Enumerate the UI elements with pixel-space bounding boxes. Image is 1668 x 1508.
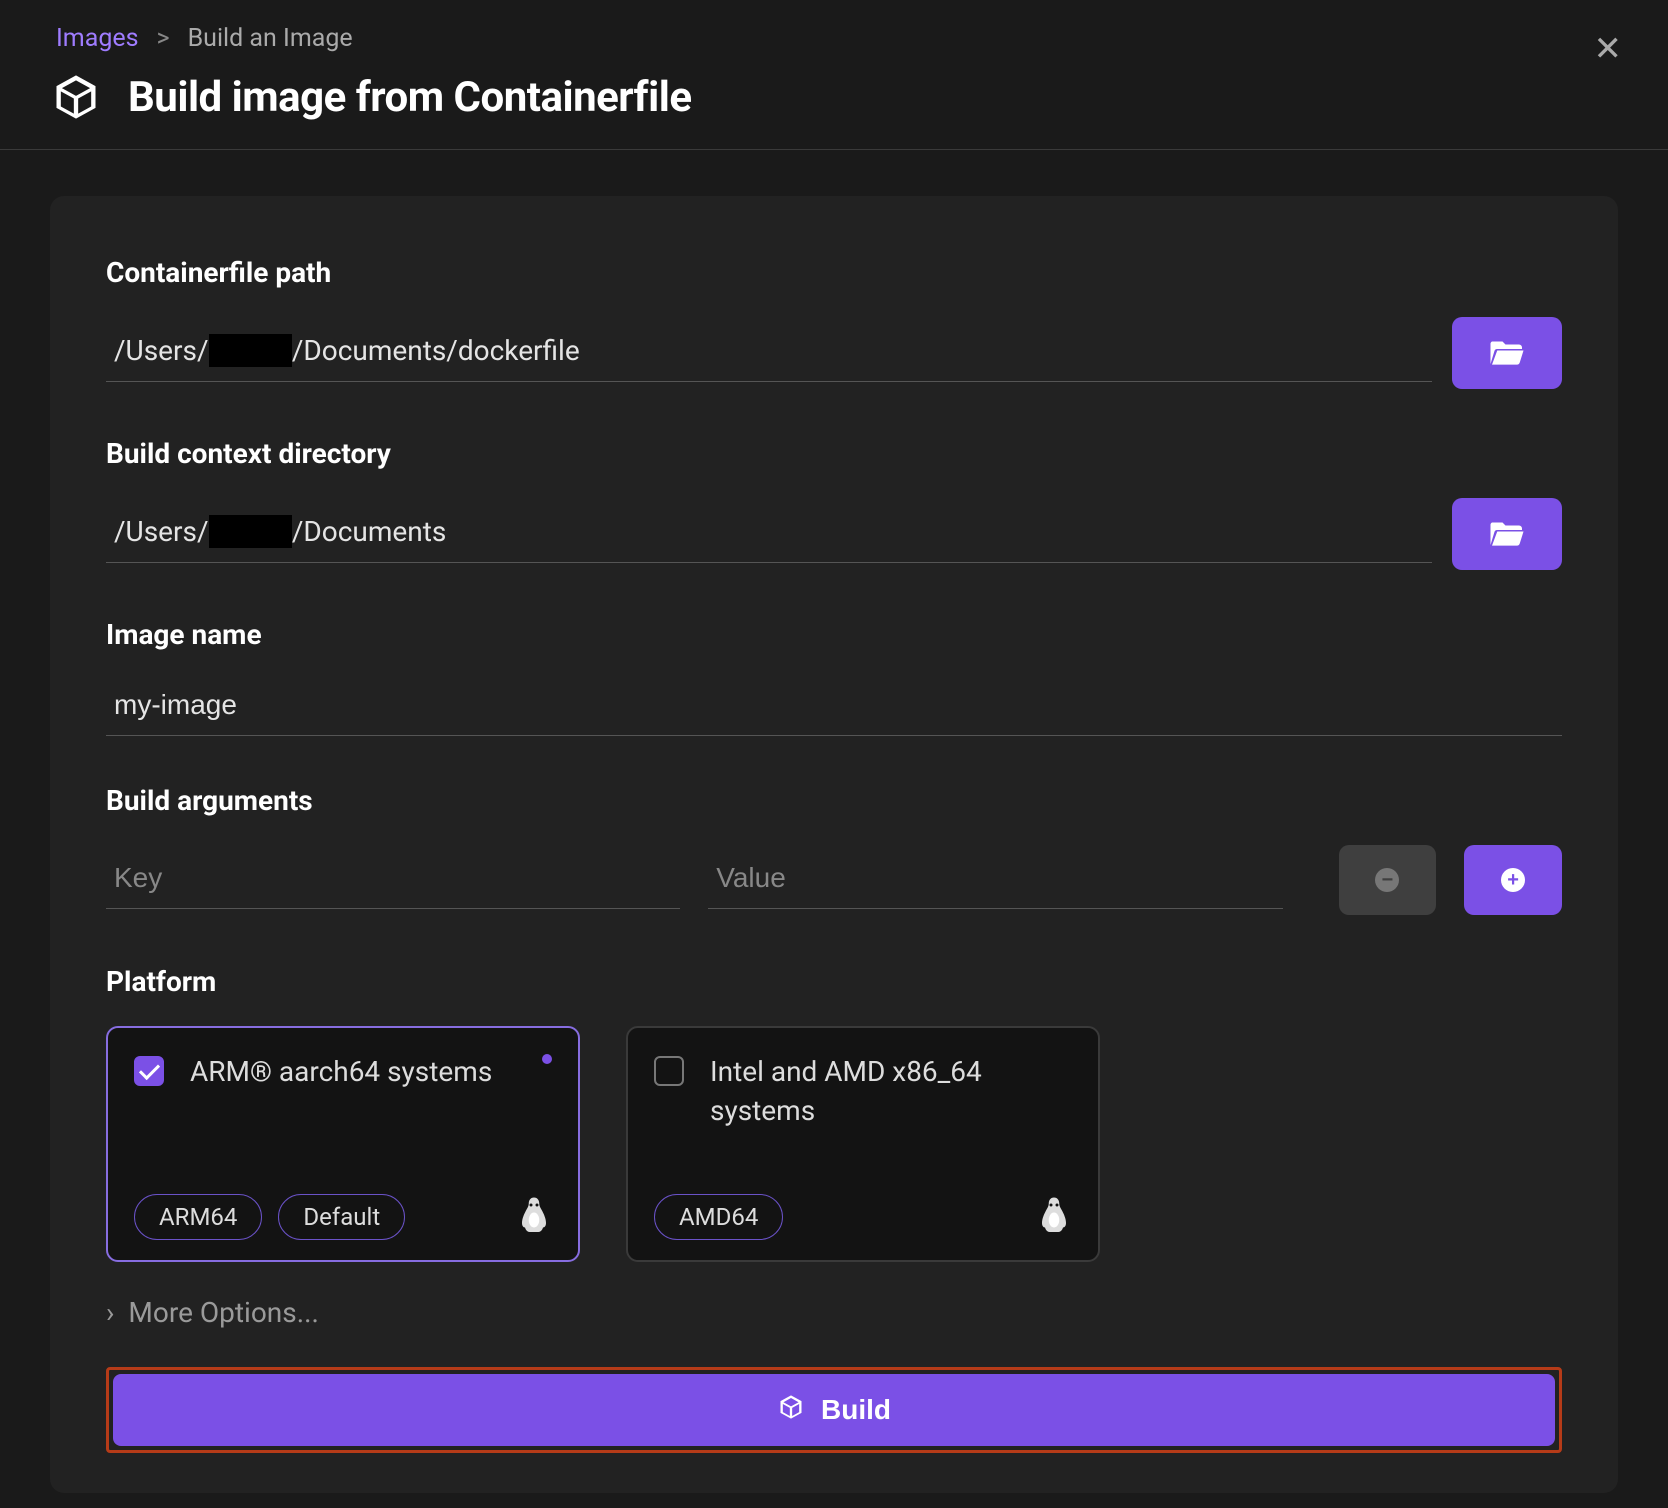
selected-indicator-icon [542,1054,552,1064]
build-arg-value-input[interactable] [708,852,1282,909]
platform-title: Intel and AMD x86_64 systems [710,1052,1072,1130]
cube-icon [50,71,102,123]
breadcrumb-current: Build an Image [188,24,353,53]
page-title: Build image from Containerfile [128,73,692,122]
label-context-directory: Build context directory [106,437,1562,470]
platform-card-amd64[interactable]: Intel and AMD x86_64 systems AMD64 [626,1026,1100,1262]
path-suffix: /Documents/dockerfile [292,334,580,367]
cube-icon [777,1393,805,1428]
build-button[interactable]: Build [113,1374,1555,1446]
minus-icon: − [1375,868,1399,892]
platform-title: ARM® aarch64 systems [190,1052,492,1091]
more-options-label: More Options... [128,1296,318,1329]
add-build-arg-button[interactable]: + [1464,845,1562,915]
build-button-label: Build [821,1394,891,1426]
path-suffix: /Documents [292,515,446,548]
redacted-user: xxxxxx [209,334,292,367]
platform-card-arm64[interactable]: ARM® aarch64 systems ARM64 Default [106,1026,580,1262]
pill-amd64: AMD64 [654,1194,783,1240]
label-build-arguments: Build arguments [106,784,1562,817]
close-icon[interactable]: ✕ [1594,32,1623,66]
redacted-user: xxxxxx [209,515,292,548]
breadcrumb-link-images[interactable]: Images [56,24,139,53]
image-name-input[interactable] [106,679,1562,736]
linux-icon [516,1196,552,1238]
label-image-name: Image name [106,618,1562,651]
browse-containerfile-button[interactable] [1452,317,1562,389]
folder-open-icon [1489,337,1525,370]
platform-checkbox-arm64[interactable] [134,1056,164,1086]
chevron-right-icon: › [106,1296,114,1329]
browse-context-button[interactable] [1452,498,1562,570]
breadcrumb-separator: > [157,24,170,53]
form-panel: Containerfile path /Users/xxxxxx/Documen… [50,196,1618,1493]
page-header: Images > Build an Image Build image from… [0,0,1668,150]
folder-open-icon [1489,518,1525,551]
pill-default: Default [278,1194,405,1240]
context-directory-input[interactable]: /Users/xxxxxx/Documents [106,505,1432,563]
breadcrumb: Images > Build an Image [56,24,1618,53]
path-prefix: /Users/ [114,515,209,548]
build-highlight-box: Build [106,1367,1562,1453]
build-arg-key-input[interactable] [106,852,680,909]
pill-arm64: ARM64 [134,1194,262,1240]
remove-build-arg-button[interactable]: − [1339,845,1437,915]
label-platform: Platform [106,965,1562,998]
plus-icon: + [1501,868,1525,892]
linux-icon [1036,1196,1072,1238]
platform-checkbox-amd64[interactable] [654,1056,684,1086]
containerfile-path-input[interactable]: /Users/xxxxxx/Documents/dockerfile [106,324,1432,382]
label-containerfile-path: Containerfile path [106,256,1562,289]
path-prefix: /Users/ [114,334,209,367]
more-options-toggle[interactable]: › More Options... [106,1296,1562,1329]
